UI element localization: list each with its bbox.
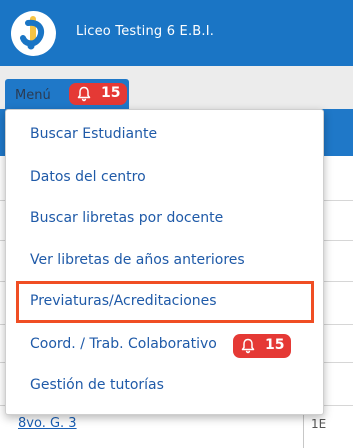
menu-item-buscar-libretas-docente[interactable]: Buscar libretas por docente	[30, 210, 223, 226]
menu-label: Menú	[15, 88, 51, 103]
notification-count: 15	[265, 337, 285, 353]
notification-count: 15	[101, 85, 121, 101]
app-header: Liceo Testing 6 E.B.I.	[0, 0, 353, 66]
menu-button[interactable]: Menú 15	[5, 79, 129, 109]
menu-item-gestion-tutorias[interactable]: Gestión de tutorías	[30, 377, 164, 393]
table-row-link[interactable]: 8vo. G. 3	[18, 416, 77, 431]
menu-item-datos-centro[interactable]: Datos del centro	[30, 169, 146, 185]
menu-item-buscar-estudiante[interactable]: Buscar Estudiante	[30, 126, 157, 142]
bell-icon	[240, 338, 256, 358]
notification-badge[interactable]: 15	[69, 83, 127, 105]
menu-item-coord-trab-colaborativo[interactable]: Coord. / Trab. Colaborativo	[30, 336, 217, 352]
bell-icon	[76, 86, 92, 106]
menu-item-libretas-anteriores[interactable]: Ver libretas de años anteriores	[30, 252, 245, 268]
coord-notification-badge[interactable]: 15	[233, 334, 291, 358]
selection-highlight	[16, 281, 314, 323]
school-logo-icon	[11, 11, 56, 56]
app-title: Liceo Testing 6 E.B.I.	[76, 24, 215, 39]
table-cell: 1E	[311, 417, 327, 431]
